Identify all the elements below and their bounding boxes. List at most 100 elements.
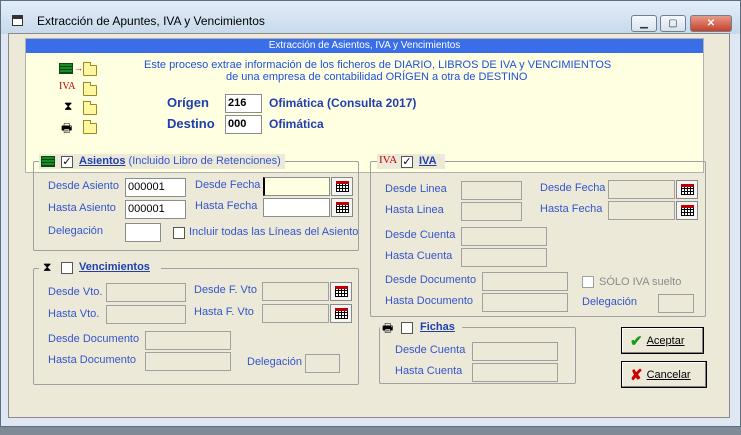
window-title: Extracción de Apuntes, IVA y Vencimiento… xyxy=(37,14,265,28)
close-button[interactable]: ✕ xyxy=(690,15,732,32)
close-icon: ✕ xyxy=(706,18,716,29)
iva-delegacion-field[interactable] xyxy=(658,294,694,313)
iva-hasta-documento-field[interactable] xyxy=(482,293,568,312)
desde-fecha-calendar-button[interactable] xyxy=(331,177,353,196)
printer-icon: 🖶 xyxy=(382,321,394,335)
ledger-icon xyxy=(59,63,73,74)
maximize-icon: ▢ xyxy=(668,18,678,29)
maximize-button[interactable]: ▢ xyxy=(660,15,686,32)
destino-label: Destino xyxy=(167,116,215,131)
iva-icon: IVA xyxy=(379,154,398,166)
printer-icon: 🖶 xyxy=(61,121,73,135)
iva-hasta-cuenta-field[interactable] xyxy=(461,248,547,267)
iva-desde-cuenta-field[interactable] xyxy=(461,227,547,246)
calendar-icon xyxy=(336,181,349,192)
hasta-vto-field[interactable] xyxy=(106,305,186,324)
iva-checkbox[interactable]: ✓ xyxy=(401,156,413,168)
ledger-icon xyxy=(41,156,55,167)
origen-code-field[interactable]: 216 xyxy=(225,94,262,113)
desde-fvto-field[interactable] xyxy=(262,282,329,301)
iva-desde-cuenta-label: Desde Cuenta xyxy=(385,229,456,241)
calendar-icon xyxy=(681,205,694,216)
venc-hasta-documento-field[interactable] xyxy=(145,352,231,371)
arrow-icon: → xyxy=(74,63,83,73)
destino-code-field[interactable]: 000 xyxy=(225,115,262,134)
folder-icon xyxy=(83,101,97,115)
iva-desde-fecha-calendar-button[interactable] xyxy=(676,180,698,199)
aceptar-label: Aceptar xyxy=(646,334,685,347)
folder-icon xyxy=(83,82,97,96)
iva-desde-documento-field[interactable] xyxy=(482,272,568,291)
fichas-desde-cuenta-field[interactable] xyxy=(472,342,558,361)
iva-hasta-fecha-calendar-button[interactable] xyxy=(676,201,698,220)
fichas-group-header: 🖶 Fichas xyxy=(380,320,462,335)
solo-iva-label: SÓLO IVA suelto xyxy=(599,276,682,288)
fichas-checkbox[interactable] xyxy=(401,322,413,334)
desde-fecha-field[interactable] xyxy=(263,177,330,196)
hourglass-icon: ⧗ xyxy=(43,260,52,274)
origen-label: Orígen xyxy=(167,95,209,110)
folder-icon xyxy=(83,120,97,134)
hasta-vto-label: Hasta Vto. xyxy=(48,308,100,320)
desde-fvto-label: Desde F. Vto xyxy=(194,284,257,296)
hasta-fvto-field[interactable] xyxy=(262,304,329,323)
cross-icon: ✘ xyxy=(630,366,643,384)
iva-desde-linea-field[interactable] xyxy=(461,181,522,200)
iva-delegacion-label: Delegación xyxy=(582,296,638,308)
hasta-fecha-label: Hasta Fecha xyxy=(195,200,258,212)
minimize-button[interactable]: ▁ xyxy=(631,15,657,32)
hasta-asiento-label: Hasta Asiento xyxy=(48,202,116,214)
venc-hasta-documento-label: Hasta Documento xyxy=(48,354,137,366)
info-banner: Extracción de Asientos, IVA y Vencimient… xyxy=(25,38,704,173)
hasta-fvto-label: Hasta F. Vto xyxy=(194,306,254,318)
desde-asiento-label: Desde Asiento xyxy=(48,180,119,192)
calendar-icon xyxy=(335,308,348,319)
folder-icon xyxy=(83,62,97,76)
delegacion-label: Delegación xyxy=(48,225,104,237)
solo-iva-checkbox[interactable] xyxy=(582,276,594,288)
iva-hasta-linea-field[interactable] xyxy=(461,202,522,221)
hasta-fecha-field[interactable] xyxy=(263,198,330,217)
delegacion-field[interactable] xyxy=(125,223,161,242)
aceptar-button[interactable]: ✔ Aceptar xyxy=(621,327,704,354)
hourglass-icon: ⧗ xyxy=(64,99,73,113)
iva-desde-documento-label: Desde Documento xyxy=(385,274,477,286)
iva-hasta-cuenta-label: Hasta Cuenta xyxy=(385,250,453,262)
hasta-asiento-field[interactable]: 000001 xyxy=(125,200,186,219)
cancelar-button[interactable]: ✘ Cancelar xyxy=(621,361,707,388)
title-bar[interactable]: Extracción de Apuntes, IVA y Vencimiento… xyxy=(1,1,740,34)
fichas-hasta-cuenta-label: Hasta Cuenta xyxy=(395,365,463,377)
banner-header: Extracción de Asientos, IVA y Vencimient… xyxy=(26,39,703,53)
minimize-icon: ▁ xyxy=(640,18,648,29)
iva-icon: IVA xyxy=(59,81,76,92)
asientos-checkbox[interactable]: ✓ xyxy=(61,156,73,168)
origen-company-name: Ofimática (Consulta 2017) xyxy=(269,96,417,110)
fichas-hasta-cuenta-field[interactable] xyxy=(472,363,558,382)
iva-hasta-fecha-field[interactable] xyxy=(608,201,675,220)
iva-desde-fecha-label: Desde Fecha xyxy=(540,182,606,194)
asientos-group-header: ✓ Asientos (Incluido Libro de Retencione… xyxy=(39,154,285,169)
destino-company-name: Ofimática xyxy=(269,117,324,131)
banner-description-2: de una empresa de contabilidad ORÍGEN a … xyxy=(226,71,528,83)
desde-vto-field[interactable] xyxy=(106,283,186,302)
venc-delegacion-field[interactable] xyxy=(305,354,340,373)
desde-asiento-field[interactable]: 000001 xyxy=(125,178,186,197)
hasta-fvto-calendar-button[interactable] xyxy=(330,304,352,323)
fichas-title: Fichas xyxy=(420,321,455,333)
vencimientos-title: Vencimientos xyxy=(79,261,150,273)
desde-vto-label: Desde Vto. xyxy=(48,286,103,298)
incluir-lineas-checkbox[interactable] xyxy=(173,227,185,239)
desde-fvto-calendar-button[interactable] xyxy=(330,282,352,301)
venc-delegacion-label: Delegación xyxy=(247,356,303,368)
cancelar-label: Cancelar xyxy=(646,368,691,381)
iva-desde-fecha-field[interactable] xyxy=(608,180,675,199)
fichas-desde-cuenta-label: Desde Cuenta xyxy=(395,344,466,356)
vencimientos-group-header: ⧗ Vencimientos xyxy=(39,260,161,275)
app-icon[interactable] xyxy=(12,15,23,26)
calendar-icon xyxy=(336,202,349,213)
vencimientos-checkbox[interactable] xyxy=(61,262,73,274)
iva-hasta-documento-label: Hasta Documento xyxy=(385,295,474,307)
hasta-fecha-calendar-button[interactable] xyxy=(331,198,353,217)
checkmark-icon: ✔ xyxy=(630,332,643,350)
venc-desde-documento-field[interactable] xyxy=(145,331,231,350)
